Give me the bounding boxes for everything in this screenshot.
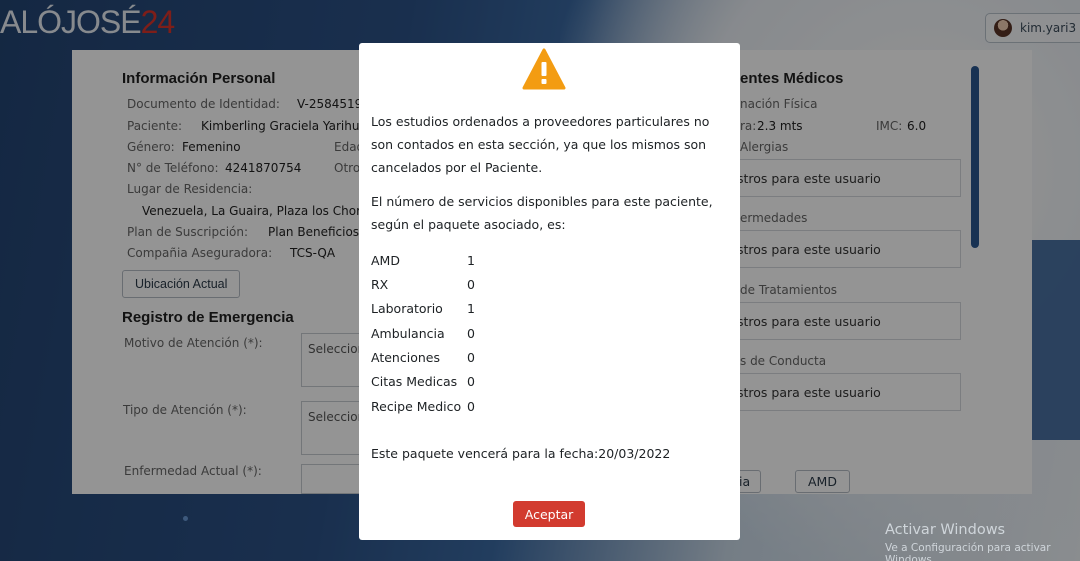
service-row: Ambulancia 0 [371,326,475,341]
modal-paragraph-2: El número de servicios disponibles para … [371,194,713,232]
windows-activation-title: Activar Windows [885,522,1006,538]
service-row: Recipe Medico 0 [371,399,475,414]
service-row: Citas Medicas 0 [371,374,475,389]
service-row: Laboratorio 1 [371,301,475,316]
warning-icon [522,48,566,90]
service-row: RX 0 [371,277,475,292]
windows-activation-subtitle: Ve a Configuración para activar Windows. [885,542,1051,561]
accept-button[interactable]: Aceptar [513,501,585,527]
services-modal: Los estudios ordenados a proveedores par… [359,43,740,540]
service-row: Atenciones 0 [371,350,475,365]
service-row: AMD 1 [371,253,475,268]
expiry-text: Este paquete vencerá para la fecha:20/03… [371,446,671,461]
modal-paragraph-1: Los estudios ordenados a proveedores par… [371,114,710,175]
